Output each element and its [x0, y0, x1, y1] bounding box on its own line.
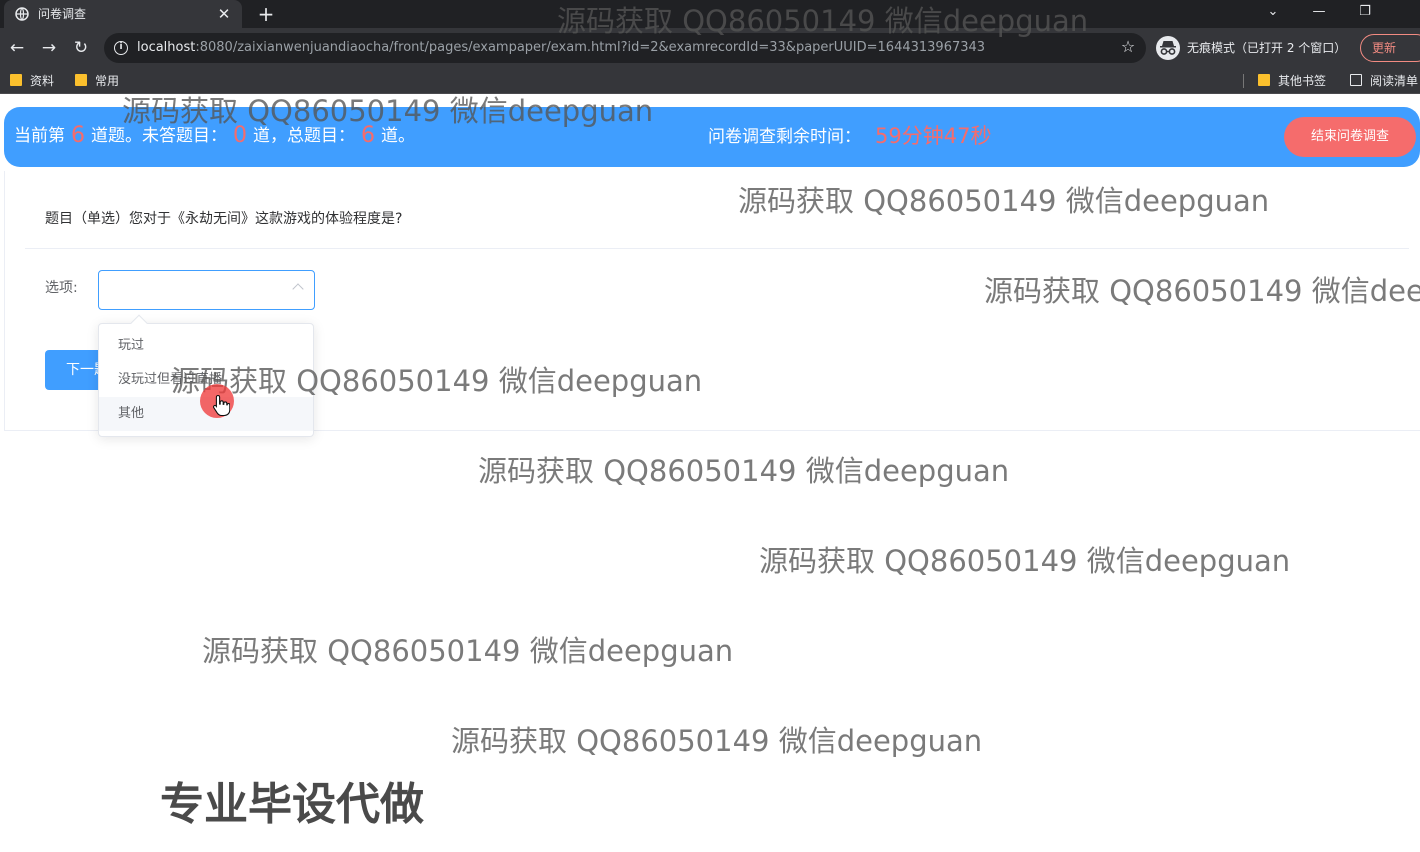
- chevron-up-icon: [292, 283, 304, 295]
- browser-tab[interactable]: 问卷调查 ✕: [4, 0, 242, 28]
- star-icon[interactable]: ☆: [1118, 37, 1138, 57]
- option-select[interactable]: [98, 270, 315, 310]
- url-text[interactable]: localhost:8080/zaixianwenjuandiaocha/fro…: [137, 40, 985, 56]
- incognito-indicator[interactable]: 无痕模式（已打开 2 个窗口）: [1154, 34, 1352, 62]
- watermark-text: 源码获取 QQ86050149 微信deepguan: [557, 4, 1089, 38]
- watermark-text: 源码获取 QQ86050149 微信deepguan: [122, 94, 654, 128]
- timer-label: 问卷调查剩余时间：: [708, 127, 861, 147]
- folder-icon: [1258, 74, 1270, 86]
- watermark-text: 源码获取 QQ86050149 微信deepguan: [202, 634, 734, 668]
- watermark-text: 源码获取 QQ86050149 微信deepguan: [171, 364, 703, 398]
- bookmark-folder-changyong[interactable]: 常用: [75, 72, 119, 90]
- close-icon[interactable]: ✕: [214, 4, 234, 24]
- bookmark-folder-other[interactable]: 其他书签: [1258, 72, 1326, 90]
- divider: [25, 248, 1409, 249]
- watermark-text: 源码获取 QQ86050149 微信deepguan: [759, 544, 1291, 578]
- folder-icon: [75, 74, 87, 86]
- bookmark-folder-ziliao[interactable]: 资料: [10, 72, 54, 90]
- update-button[interactable]: 更新: [1360, 34, 1420, 62]
- bookmarks-bar: 资料 常用 其他书签 阅读清单: [0, 68, 1420, 94]
- current-prefix: 当前第: [14, 126, 65, 146]
- back-icon[interactable]: ←: [5, 36, 29, 60]
- bookmarks-separator: [1243, 74, 1244, 88]
- unanswered-prefix: 道题。未答题目：: [91, 126, 227, 146]
- incognito-icon: [1156, 36, 1180, 60]
- option-label: 选项:: [45, 280, 78, 296]
- forward-icon[interactable]: →: [37, 36, 61, 60]
- watermark-text: 源码获取 QQ86050149 微信deepguan: [984, 274, 1420, 308]
- minimize-icon[interactable]: —: [1296, 0, 1342, 28]
- total-prefix: 道，总题目：: [253, 126, 355, 146]
- current-question-count: 6: [71, 123, 85, 148]
- question-text: 题目（单选）您对于《永劫无间》这款游戏的体验程度是?: [45, 211, 403, 227]
- watermark-text: 源码获取 QQ86050149 微信deepguan: [478, 454, 1010, 488]
- info-icon[interactable]: i: [114, 41, 128, 55]
- reload-icon[interactable]: ↻: [69, 36, 93, 60]
- hand-pointer-icon: [212, 394, 230, 416]
- end-survey-button[interactable]: 结束问卷调查: [1284, 117, 1416, 157]
- chevron-down-icon[interactable]: ⌄: [1250, 0, 1296, 28]
- timer-value: 59分钟47秒: [875, 124, 992, 148]
- watermark-text: 源码获取 QQ86050149 微信deepguan: [451, 724, 983, 758]
- mouse-cursor: [200, 384, 234, 418]
- reading-list[interactable]: 阅读清单: [1350, 72, 1418, 90]
- watermark-promo: 专业毕设代做: [160, 779, 424, 830]
- new-tab-button[interactable]: +: [254, 2, 278, 26]
- incognito-label: 无痕模式（已打开 2 个窗口）: [1187, 41, 1347, 55]
- reading-list-icon: [1350, 74, 1362, 86]
- tab-title: 问卷调查: [38, 7, 87, 21]
- total-suffix: 道。: [381, 126, 415, 146]
- folder-icon: [10, 74, 22, 86]
- timer: 问卷调查剩余时间： 59分钟47秒: [708, 123, 991, 150]
- restore-icon[interactable]: ❐: [1342, 0, 1388, 28]
- globe-icon: [15, 7, 29, 21]
- option-item[interactable]: 玩过: [99, 329, 313, 363]
- watermark-text: 源码获取 QQ86050149 微信deepguan: [738, 184, 1270, 218]
